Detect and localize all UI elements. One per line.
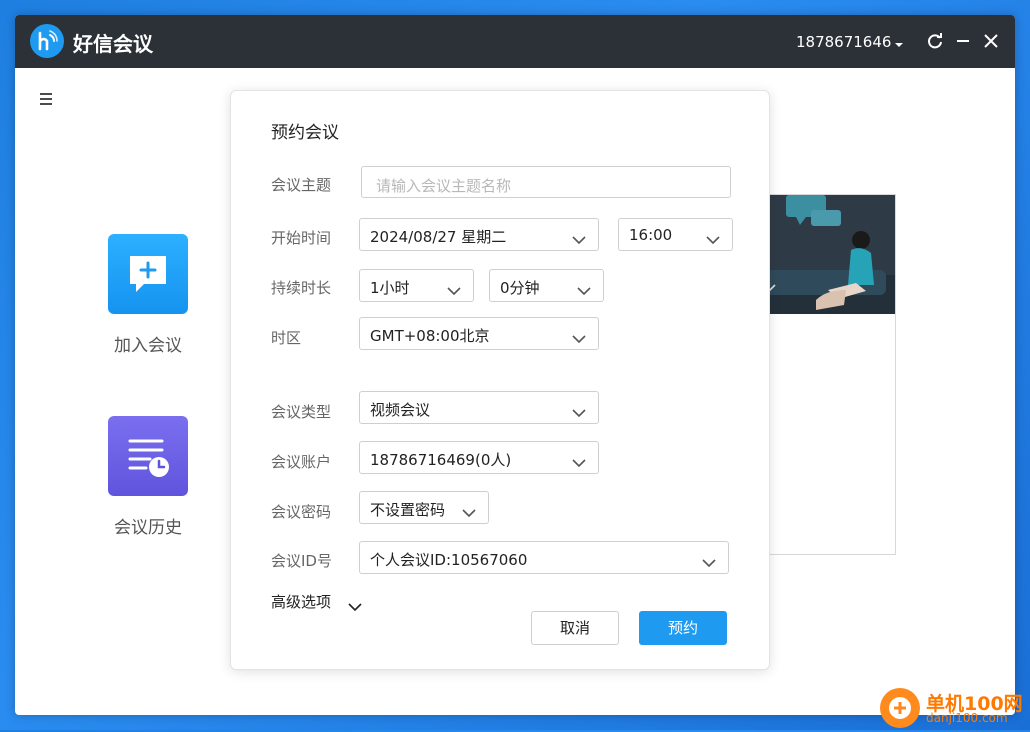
caret-down-icon[interactable] (894, 35, 904, 54)
close-icon[interactable] (981, 31, 1001, 51)
watermark-subtext: danji100.com (926, 711, 1008, 725)
meeting-id-label: 会议ID号 (271, 552, 332, 570)
user-account-phone[interactable]: 1878671646 (796, 33, 891, 51)
chevron-down-icon[interactable] (348, 597, 362, 616)
watermark: 单机100网 danji100.com (880, 688, 1030, 730)
meeting-password-value: 不设置密码 (370, 501, 446, 519)
schedule-button[interactable]: 预约 (639, 611, 727, 645)
watermark-logo-icon (880, 688, 920, 728)
meeting-history-button[interactable] (108, 416, 188, 496)
schedule-meeting-dialog: 预约会议 会议主题 请输入会议主题名称 开始时间 2024/08/27 星期二 … (230, 90, 770, 670)
meeting-account-label: 会议账户 (271, 453, 332, 471)
duration-label: 持续时长 (271, 279, 332, 297)
meeting-password-label: 会议密码 (271, 503, 332, 521)
start-date-select[interactable]: 2024/08/27 星期二 (359, 218, 599, 251)
app-title: 好信会议 (73, 32, 153, 56)
history-clock-icon (128, 439, 169, 477)
duration-minutes-value: 0分钟 (500, 279, 540, 297)
chevron-down-icon (577, 281, 591, 300)
meeting-account-select[interactable]: 18786716469(0人) (359, 441, 599, 474)
duration-minutes-select[interactable]: 0分钟 (489, 269, 604, 302)
minimize-icon[interactable] (953, 31, 973, 51)
dialog-title: 预约会议 (271, 123, 339, 143)
start-time-select[interactable]: 16:00 (618, 218, 733, 251)
subject-label: 会议主题 (271, 176, 332, 194)
meeting-id-select[interactable]: 个人会议ID:10567060 (359, 541, 729, 574)
app-window: 好信会议 1878671646 加入会议 会议历史 预约会议 会议主题 请输入会… (15, 15, 1015, 715)
duration-hours-select[interactable]: 1小时 (359, 269, 474, 302)
subject-input[interactable]: 请输入会议主题名称 (361, 166, 731, 198)
timezone-value: GMT+08:00北京 (370, 327, 490, 345)
meeting-type-select[interactable]: 视频会议 (359, 391, 599, 424)
chevron-down-icon (572, 230, 586, 249)
chevron-down-icon (572, 453, 586, 472)
chevron-down-icon (572, 329, 586, 348)
logo-icon (30, 24, 64, 58)
timezone-select[interactable]: GMT+08:00北京 (359, 317, 599, 350)
chevron-down-icon (702, 553, 716, 572)
banner-illustration (756, 195, 895, 314)
start-date-value: 2024/08/27 星期二 (370, 228, 507, 246)
background-banner-card (755, 194, 896, 555)
meeting-id-value: 个人会议ID:10567060 (370, 551, 528, 569)
meeting-history-label[interactable]: 会议历史 (93, 513, 203, 538)
meeting-password-select[interactable]: 不设置密码 (359, 491, 489, 524)
meeting-type-value: 视频会议 (370, 401, 431, 419)
join-meeting-label[interactable]: 加入会议 (93, 331, 203, 356)
menu-icon[interactable] (39, 91, 55, 105)
duration-hours-value: 1小时 (370, 279, 410, 297)
chevron-down-icon (447, 281, 461, 300)
meeting-account-value: 18786716469(0人) (370, 451, 512, 469)
chevron-down-icon (572, 403, 586, 422)
subject-placeholder: 请输入会议主题名称 (376, 177, 512, 195)
chat-plus-icon (130, 256, 166, 292)
cancel-button[interactable]: 取消 (531, 611, 619, 645)
meeting-type-label: 会议类型 (271, 403, 332, 421)
chevron-down-icon (706, 230, 720, 249)
refresh-icon[interactable] (925, 31, 945, 51)
start-time-label: 开始时间 (271, 229, 332, 247)
start-time-value: 16:00 (629, 226, 673, 244)
timezone-label: 时区 (271, 329, 302, 347)
title-bar: 好信会议 1878671646 (15, 15, 1015, 68)
join-meeting-button[interactable] (108, 234, 188, 314)
chevron-down-icon (462, 503, 476, 522)
advanced-options-toggle[interactable]: 高级选项 (271, 591, 331, 612)
